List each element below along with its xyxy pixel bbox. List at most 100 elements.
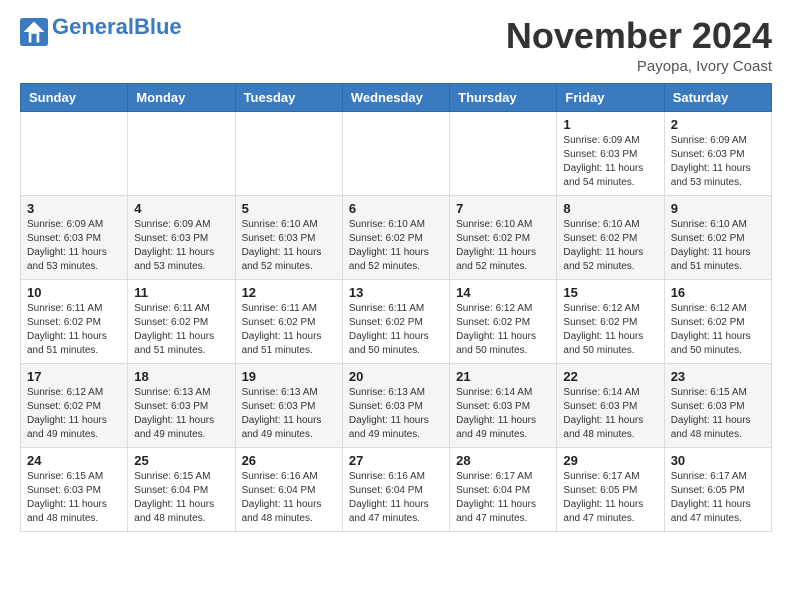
day-number: 19 — [242, 369, 336, 384]
day-info: Sunrise: 6:11 AM Sunset: 6:02 PM Dayligh… — [349, 302, 443, 358]
day-number: 10 — [27, 285, 121, 300]
calendar-cell: 4 Sunrise: 6:09 AM Sunset: 6:03 PM Daylig… — [128, 195, 235, 279]
day-number: 3 — [27, 201, 121, 216]
day-number: 6 — [349, 201, 443, 216]
calendar-cell: 12 Sunrise: 6:11 AM Sunset: 6:02 PM Dayli… — [235, 279, 342, 363]
day-info: Sunrise: 6:13 AM Sunset: 6:03 PM Dayligh… — [349, 386, 443, 442]
day-info: Sunrise: 6:15 AM Sunset: 6:04 PM Dayligh… — [134, 470, 228, 526]
day-info: Sunrise: 6:15 AM Sunset: 6:03 PM Dayligh… — [671, 386, 765, 442]
day-number: 1 — [563, 117, 657, 132]
day-number: 11 — [134, 285, 228, 300]
day-info: Sunrise: 6:09 AM Sunset: 6:03 PM Dayligh… — [563, 134, 657, 190]
calendar-cell: 23 Sunrise: 6:15 AM Sunset: 6:03 PM Dayli… — [664, 363, 771, 447]
weekday-header-row: SundayMondayTuesdayWednesdayThursdayFrid… — [21, 83, 772, 111]
day-info: Sunrise: 6:11 AM Sunset: 6:02 PM Dayligh… — [27, 302, 121, 358]
day-info: Sunrise: 6:09 AM Sunset: 6:03 PM Dayligh… — [134, 218, 228, 274]
day-info: Sunrise: 6:10 AM Sunset: 6:02 PM Dayligh… — [563, 218, 657, 274]
day-number: 7 — [456, 201, 550, 216]
day-number: 13 — [349, 285, 443, 300]
weekday-header-thursday: Thursday — [450, 83, 557, 111]
header: GeneralBlue November 2024 Payopa, Ivory … — [20, 16, 772, 75]
calendar-cell — [235, 111, 342, 195]
day-info: Sunrise: 6:10 AM Sunset: 6:02 PM Dayligh… — [349, 218, 443, 274]
day-info: Sunrise: 6:17 AM Sunset: 6:05 PM Dayligh… — [563, 470, 657, 526]
day-info: Sunrise: 6:12 AM Sunset: 6:02 PM Dayligh… — [671, 302, 765, 358]
calendar-cell: 24 Sunrise: 6:15 AM Sunset: 6:03 PM Dayli… — [21, 447, 128, 531]
day-info: Sunrise: 6:17 AM Sunset: 6:04 PM Dayligh… — [456, 470, 550, 526]
day-info: Sunrise: 6:13 AM Sunset: 6:03 PM Dayligh… — [242, 386, 336, 442]
calendar-cell: 25 Sunrise: 6:15 AM Sunset: 6:04 PM Dayli… — [128, 447, 235, 531]
weekday-header-saturday: Saturday — [664, 83, 771, 111]
title-block: November 2024 Payopa, Ivory Coast — [506, 16, 772, 75]
calendar-cell: 10 Sunrise: 6:11 AM Sunset: 6:02 PM Dayli… — [21, 279, 128, 363]
day-info: Sunrise: 6:11 AM Sunset: 6:02 PM Dayligh… — [242, 302, 336, 358]
page: GeneralBlue November 2024 Payopa, Ivory … — [0, 0, 792, 552]
day-info: Sunrise: 6:14 AM Sunset: 6:03 PM Dayligh… — [563, 386, 657, 442]
calendar-cell: 16 Sunrise: 6:12 AM Sunset: 6:02 PM Dayli… — [664, 279, 771, 363]
calendar-cell: 3Sunrise: 6:09 AM Sunset: 6:03 PM Daylig… — [21, 195, 128, 279]
day-number: 12 — [242, 285, 336, 300]
day-info: Sunrise: 6:12 AM Sunset: 6:02 PM Dayligh… — [27, 386, 121, 442]
day-number: 27 — [349, 453, 443, 468]
calendar-cell: 11 Sunrise: 6:11 AM Sunset: 6:02 PM Dayli… — [128, 279, 235, 363]
day-number: 26 — [242, 453, 336, 468]
month-title: November 2024 — [506, 16, 772, 56]
calendar-week-row: 3 Sunrise: 6:09 AM Sunset: 6:03 PM Daylig… — [21, 195, 772, 279]
day-number: 8 — [563, 201, 657, 216]
calendar-table: SundayMondayTuesdayWednesdayThursdayFrid… — [20, 83, 772, 532]
day-info: Sunrise: 6:15 AM Sunset: 6:03 PM Dayligh… — [27, 470, 121, 526]
day-number: 28 — [456, 453, 550, 468]
calendar-cell — [128, 111, 235, 195]
logo-blue: Blue — [134, 14, 182, 39]
calendar-cell: 5Sunrise: 6:10 AM Sunset: 6:03 PM Daylig… — [235, 195, 342, 279]
day-number: 24 — [27, 453, 121, 468]
day-info: Sunrise: 6:11 AM Sunset: 6:02 PM Dayligh… — [134, 302, 228, 358]
calendar-cell: 1 Sunrise: 6:09 AM Sunset: 6:03 PM Daylig… — [557, 111, 664, 195]
calendar-cell: 14 Sunrise: 6:12 AM Sunset: 6:02 PM Dayli… — [450, 279, 557, 363]
day-number: 16 — [671, 285, 765, 300]
day-number: 21 — [456, 369, 550, 384]
logo: GeneralBlue — [20, 16, 182, 46]
day-info: Sunrise: 6:12 AM Sunset: 6:02 PM Dayligh… — [456, 302, 550, 358]
calendar-cell: 22 Sunrise: 6:14 AM Sunset: 6:03 PM Dayli… — [557, 363, 664, 447]
calendar-cell: 28 Sunrise: 6:17 AM Sunset: 6:04 PM Dayli… — [450, 447, 557, 531]
day-number: 23 — [671, 369, 765, 384]
logo-general: General — [52, 14, 134, 39]
day-number: 20 — [349, 369, 443, 384]
day-number: 5 — [242, 201, 336, 216]
day-info: Sunrise: 6:16 AM Sunset: 6:04 PM Dayligh… — [349, 470, 443, 526]
day-info: Sunrise: 6:12 AM Sunset: 6:02 PM Dayligh… — [563, 302, 657, 358]
day-number: 15 — [563, 285, 657, 300]
calendar-cell: 9Sunrise: 6:10 AM Sunset: 6:02 PM Daylig… — [664, 195, 771, 279]
weekday-header-sunday: Sunday — [21, 83, 128, 111]
calendar-cell: 21Sunrise: 6:14 AM Sunset: 6:03 PM Dayli… — [450, 363, 557, 447]
weekday-header-friday: Friday — [557, 83, 664, 111]
calendar-week-row: 17Sunrise: 6:12 AM Sunset: 6:02 PM Dayli… — [21, 363, 772, 447]
calendar-week-row: 10 Sunrise: 6:11 AM Sunset: 6:02 PM Dayli… — [21, 279, 772, 363]
day-info: Sunrise: 6:17 AM Sunset: 6:05 PM Dayligh… — [671, 470, 765, 526]
day-number: 22 — [563, 369, 657, 384]
day-number: 25 — [134, 453, 228, 468]
calendar-cell: 18 Sunrise: 6:13 AM Sunset: 6:03 PM Dayli… — [128, 363, 235, 447]
calendar-cell: 20 Sunrise: 6:13 AM Sunset: 6:03 PM Dayli… — [342, 363, 449, 447]
calendar-cell: 7Sunrise: 6:10 AM Sunset: 6:02 PM Daylig… — [450, 195, 557, 279]
day-number: 4 — [134, 201, 228, 216]
calendar-cell: 8 Sunrise: 6:10 AM Sunset: 6:02 PM Daylig… — [557, 195, 664, 279]
calendar-week-row: 1 Sunrise: 6:09 AM Sunset: 6:03 PM Daylig… — [21, 111, 772, 195]
calendar-cell: 17Sunrise: 6:12 AM Sunset: 6:02 PM Dayli… — [21, 363, 128, 447]
calendar-cell — [450, 111, 557, 195]
day-info: Sunrise: 6:13 AM Sunset: 6:03 PM Dayligh… — [134, 386, 228, 442]
logo-text: GeneralBlue — [52, 16, 182, 38]
day-number: 14 — [456, 285, 550, 300]
calendar-cell — [21, 111, 128, 195]
calendar-cell: 15 Sunrise: 6:12 AM Sunset: 6:02 PM Dayli… — [557, 279, 664, 363]
day-number: 29 — [563, 453, 657, 468]
calendar-cell: 29 Sunrise: 6:17 AM Sunset: 6:05 PM Dayli… — [557, 447, 664, 531]
calendar-cell: 13 Sunrise: 6:11 AM Sunset: 6:02 PM Dayli… — [342, 279, 449, 363]
calendar-cell: 27 Sunrise: 6:16 AM Sunset: 6:04 PM Dayli… — [342, 447, 449, 531]
day-number: 18 — [134, 369, 228, 384]
location: Payopa, Ivory Coast — [506, 58, 772, 75]
day-info: Sunrise: 6:16 AM Sunset: 6:04 PM Dayligh… — [242, 470, 336, 526]
calendar-cell: 19 Sunrise: 6:13 AM Sunset: 6:03 PM Dayli… — [235, 363, 342, 447]
day-info: Sunrise: 6:09 AM Sunset: 6:03 PM Dayligh… — [671, 134, 765, 190]
